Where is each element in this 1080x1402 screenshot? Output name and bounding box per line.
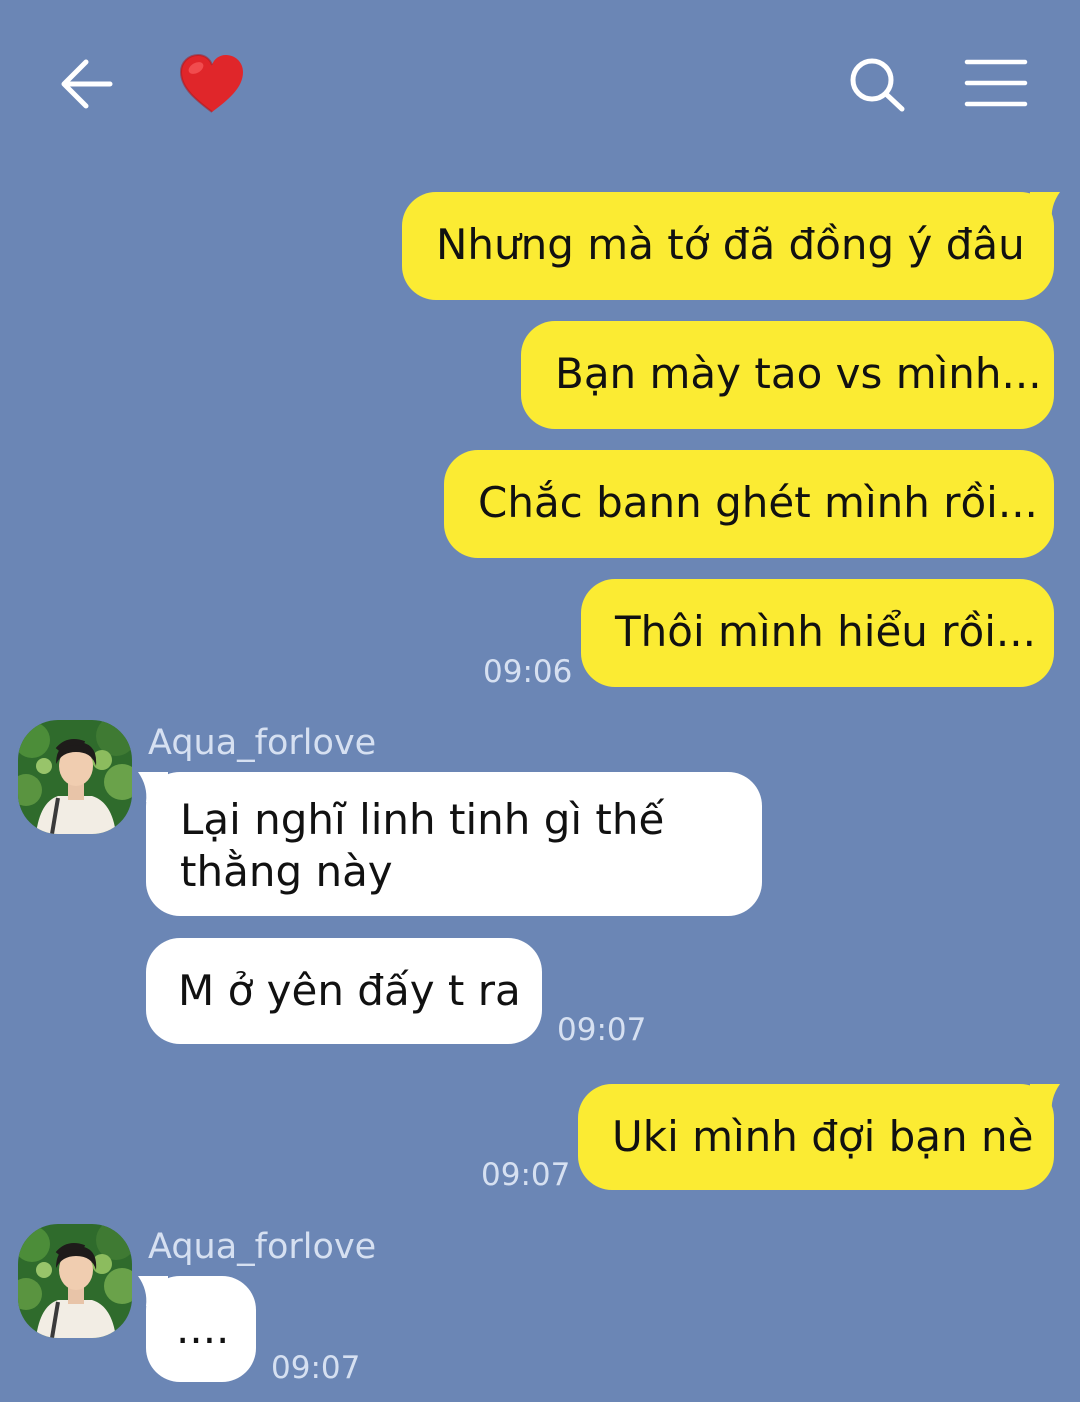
contact-avatar[interactable] [18, 720, 132, 834]
received-message-bubble[interactable]: Lại nghĩ linh tinh gì thế thằng này [146, 772, 762, 916]
sent-message-bubble[interactable]: Chắc bann ghét mình rồi... [444, 450, 1054, 558]
avatar-photo [18, 1224, 132, 1338]
received-message-bubble[interactable]: M ở yên đấy t ra [146, 938, 542, 1044]
menu-icon[interactable] [964, 58, 1028, 108]
sent-message-bubble[interactable]: Thôi mình hiểu rồi... [581, 579, 1054, 687]
message-timestamp: 09:07 [481, 1157, 571, 1193]
back-arrow-icon[interactable] [58, 56, 116, 112]
bubble-tail [1030, 1084, 1060, 1114]
received-message-bubble[interactable]: .... [146, 1276, 256, 1382]
heart-emoji-icon [179, 53, 243, 113]
avatar-photo [18, 720, 132, 834]
bubble-tail [1030, 192, 1060, 222]
message-timestamp: 09:06 [483, 654, 573, 690]
sent-message-bubble[interactable]: Bạn mày tao vs mình... [521, 321, 1054, 429]
message-timestamp: 09:07 [557, 1012, 647, 1048]
sender-name: Aqua_forlove [148, 723, 377, 763]
sender-name: Aqua_forlove [148, 1227, 377, 1267]
sent-message-bubble[interactable]: Uki mình đợi bạn nè [578, 1084, 1054, 1190]
search-icon[interactable] [848, 56, 908, 114]
message-timestamp: 09:07 [271, 1350, 361, 1386]
contact-avatar[interactable] [18, 1224, 132, 1338]
sent-message-bubble[interactable]: Nhưng mà tớ đã đồng ý đâu [402, 192, 1054, 300]
